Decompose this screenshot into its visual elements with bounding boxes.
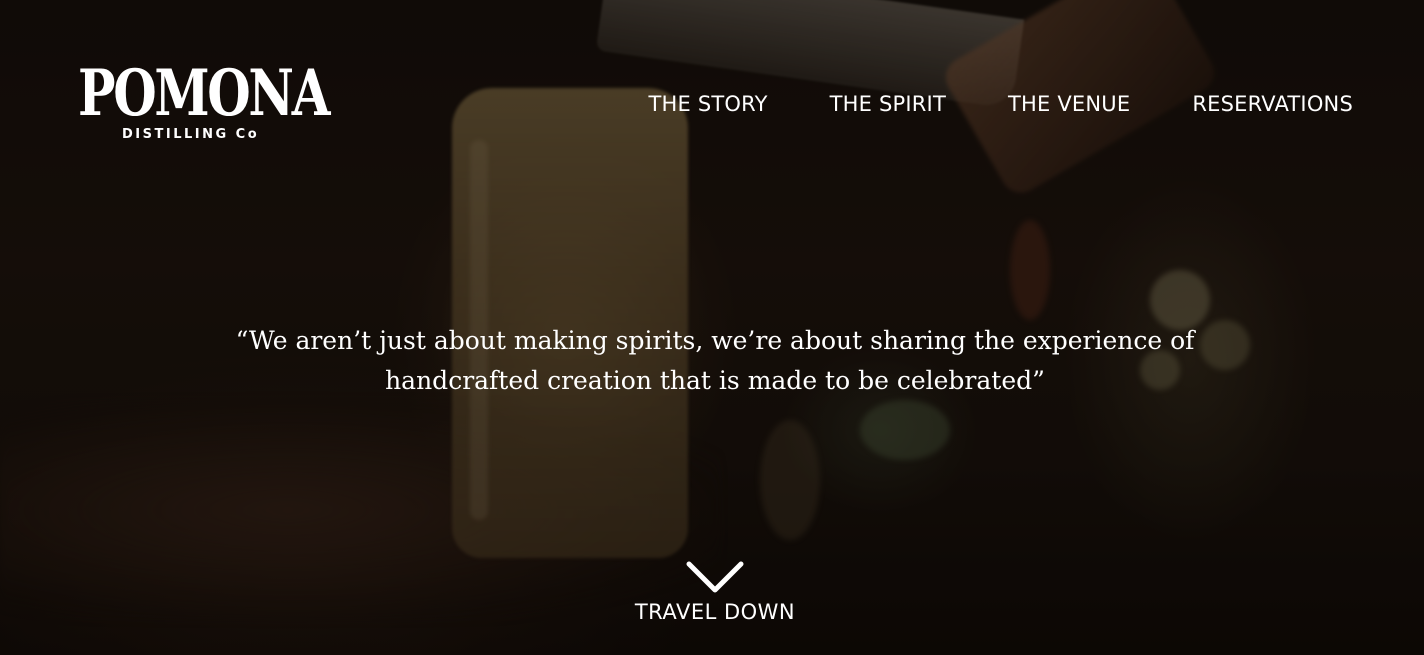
travel-down-button[interactable]: TRAVEL DOWN	[615, 560, 815, 624]
nav-link-the-spirit[interactable]: THE SPIRIT	[830, 92, 946, 116]
hero-quote: “We aren’t just about making spirits, we…	[235, 326, 1195, 395]
nav-link-the-story[interactable]: THE STORY	[648, 92, 767, 116]
nav-link-reservations[interactable]: RESERVATIONS	[1192, 92, 1353, 116]
logo-wordmark: POMONA	[78, 56, 330, 131]
hero-section: POMONA DISTILLING Co THE STORY THE SPIRI…	[0, 0, 1424, 655]
travel-down-label: TRAVEL DOWN	[634, 600, 796, 624]
chevron-down-icon	[686, 561, 744, 593]
main-nav: THE STORY THE SPIRIT THE VENUE RESERVATI…	[648, 92, 1353, 116]
brand-logo[interactable]: POMONA DISTILLING Co	[78, 62, 330, 148]
nav-link-the-venue[interactable]: THE VENUE	[1008, 92, 1130, 116]
logo-tagline: DISTILLING Co	[122, 127, 260, 142]
